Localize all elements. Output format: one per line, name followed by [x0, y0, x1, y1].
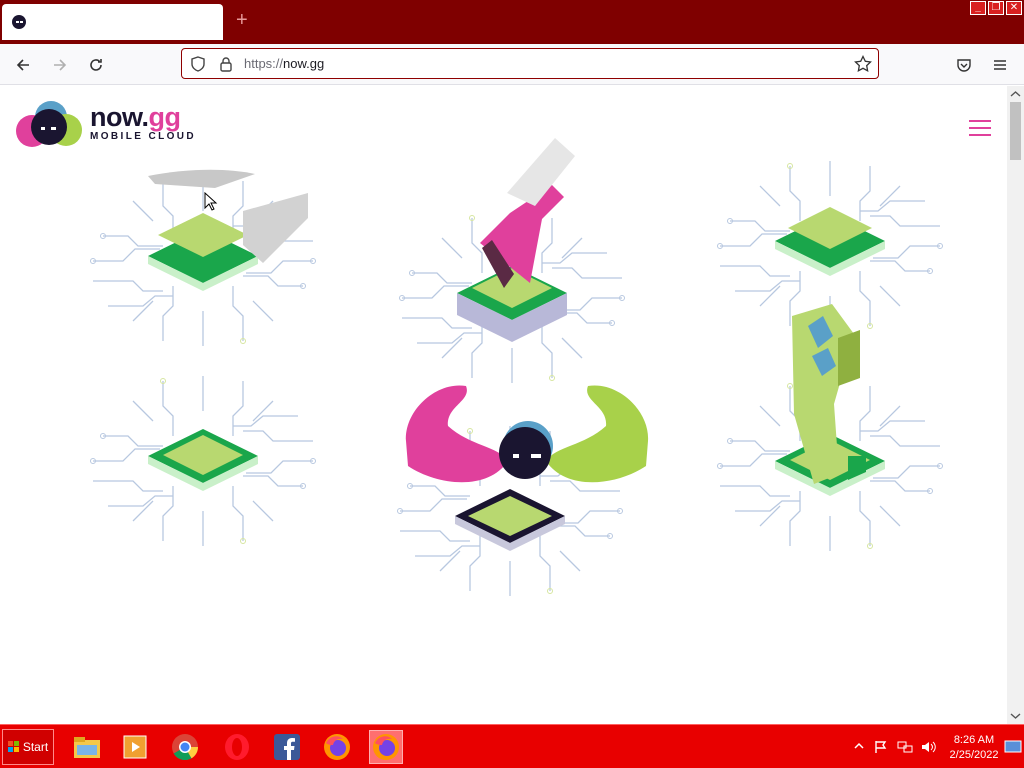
arrow-left-icon [16, 59, 29, 71]
shield-icon[interactable] [190, 56, 206, 72]
window-controls: _ ❐ ✕ [970, 1, 1022, 15]
close-button[interactable]: ✕ [1006, 1, 1022, 15]
taskbar-chrome[interactable] [168, 730, 202, 764]
taskbar-media-player[interactable] [118, 730, 152, 764]
app-menu-button[interactable] [987, 52, 1013, 78]
opera-icon [225, 734, 249, 760]
mouse-cursor-icon [204, 192, 218, 211]
chip-bottom-left [89, 375, 317, 547]
network-icon[interactable] [897, 740, 913, 754]
chrome-icon [172, 734, 199, 761]
media-player-icon [123, 735, 147, 759]
chip-top-left [89, 169, 317, 347]
start-button[interactable]: Start [2, 729, 54, 765]
new-tab-button[interactable]: + [236, 10, 248, 30]
taskbar-facebook[interactable] [270, 730, 304, 764]
taskbar-firefox-active[interactable] [369, 730, 403, 764]
scroll-down-icon[interactable] [1007, 710, 1024, 722]
flag-icon[interactable] [874, 740, 888, 754]
lock-icon[interactable] [219, 56, 233, 72]
scroll-up-icon[interactable] [1007, 88, 1024, 100]
muscle-arms-mascot [405, 385, 649, 483]
hero-illustration [89, 138, 944, 597]
url-text[interactable]: https://now.gg [244, 56, 324, 71]
taskbar-firefox[interactable] [320, 730, 354, 764]
taskbar-opera[interactable] [220, 730, 254, 764]
clock-time: 8:26 AM [953, 734, 995, 746]
reload-button[interactable] [83, 52, 109, 78]
pocket-icon [957, 59, 971, 72]
browser-tab[interactable] [2, 4, 223, 40]
firefox-icon [373, 734, 399, 760]
page-scrollbar[interactable] [1007, 86, 1024, 724]
minimize-button[interactable]: _ [970, 1, 986, 15]
taskbar-clock[interactable]: 8:26 AM 2/25/2022 [948, 733, 1000, 763]
page-viewport: now.gg MOBILE CLOUD [0, 86, 1007, 724]
restore-button[interactable]: ❐ [988, 1, 1004, 15]
firefox-icon [324, 734, 350, 760]
os-taskbar: Start 8:26 AM 2/25/2022 [0, 724, 1024, 768]
browser-navbar: https://now.gg [0, 44, 1024, 85]
facebook-icon [274, 734, 300, 760]
nowgg-favicon-icon [12, 15, 26, 29]
browser-titlebar: + _ ❐ ✕ [0, 0, 1024, 44]
taskbar-file-explorer[interactable] [70, 730, 104, 764]
menu-icon [994, 60, 1006, 70]
scrollbar-thumb[interactable] [1010, 102, 1021, 160]
chip-bottom-right [716, 304, 944, 552]
chip-center-top [398, 138, 626, 384]
chevron-up-icon[interactable] [854, 741, 864, 751]
arrow-right-icon [54, 59, 67, 71]
reload-icon [90, 59, 102, 71]
url-bar[interactable]: https://now.gg [181, 48, 879, 79]
volume-icon[interactable] [921, 740, 937, 754]
folder-icon [74, 737, 100, 758]
bookmark-star-icon[interactable] [854, 55, 872, 73]
forward-button[interactable] [47, 52, 73, 78]
back-button[interactable] [10, 52, 36, 78]
pocket-button[interactable] [951, 52, 977, 78]
clock-date: 2/25/2022 [949, 749, 999, 761]
windows-logo-icon [7, 741, 19, 752]
show-desktop-icon[interactable] [1004, 739, 1022, 755]
